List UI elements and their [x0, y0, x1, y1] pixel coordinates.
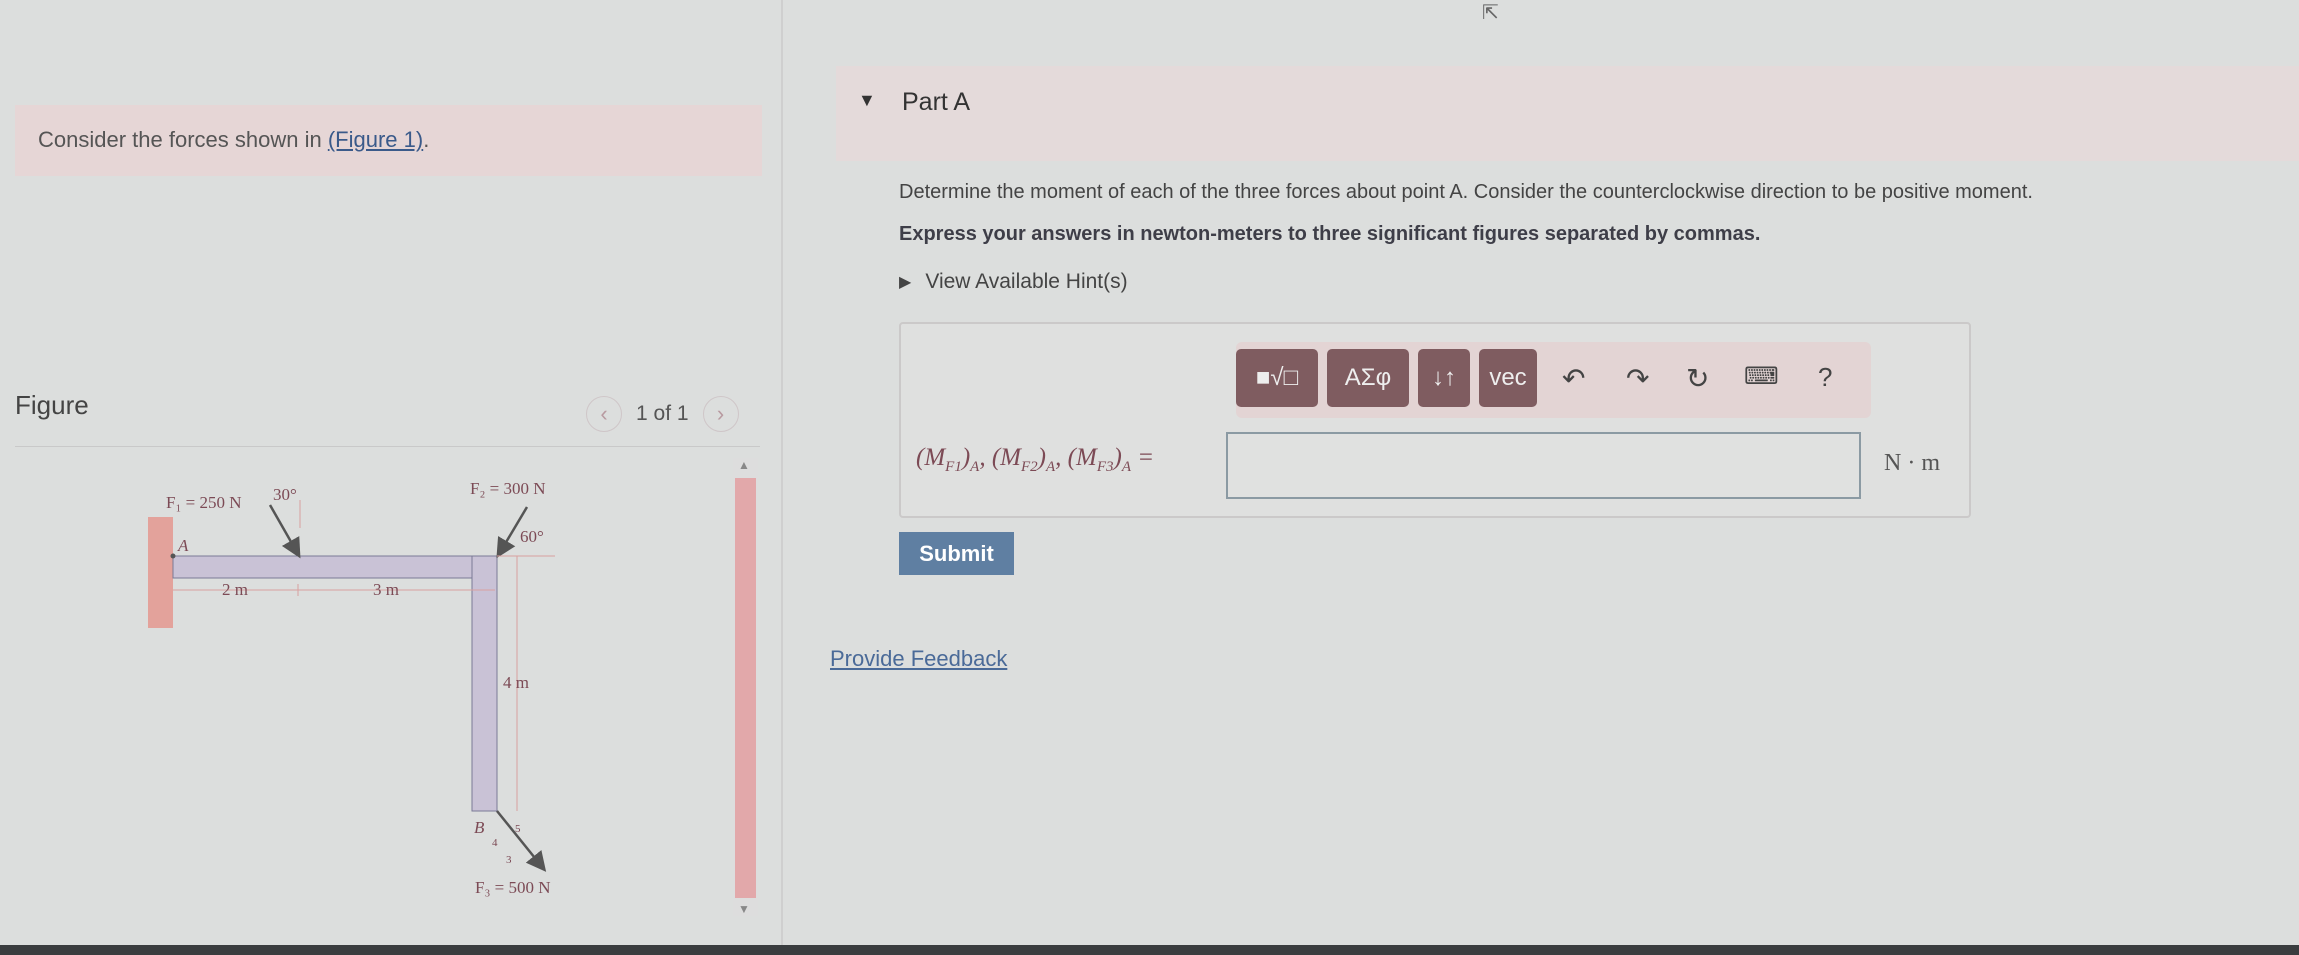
point-b-label: B	[474, 818, 485, 837]
submit-button[interactable]: Submit	[899, 532, 1014, 575]
f1-angle: 30°	[273, 485, 297, 504]
wall-support	[148, 517, 173, 628]
point-a-marker	[170, 553, 176, 559]
f1-arrow	[268, 504, 301, 559]
hints-label: View Available Hint(s)	[925, 270, 1128, 293]
f2-label: F₂ = 300 N	[470, 479, 546, 498]
templates-button[interactable]: ■√□	[1236, 349, 1318, 407]
force-diagram: F₁ = 250 N 30° F₂ = 300 N 60° F₃ = 500 N…	[148, 479, 555, 897]
chevron-right-icon[interactable]: ›	[702, 396, 739, 432]
f1-label: F₁ = 250 N	[166, 493, 242, 512]
collapse-triangle-icon[interactable]: ▼	[858, 90, 876, 111]
slope-hypotenuse: 5	[515, 823, 521, 835]
panel-divider	[781, 0, 783, 945]
scroll-up-icon[interactable]: ▲	[738, 458, 750, 472]
scroll-down-icon[interactable]: ▼	[738, 902, 750, 916]
subscript-superscript-button[interactable]: ↓↑	[1418, 349, 1470, 407]
dimension-2m: 2 m	[222, 580, 248, 599]
f3-arrow	[496, 810, 547, 872]
part-header[interactable]	[836, 66, 2299, 161]
dimension-4m: 4 m	[503, 673, 529, 692]
point-a-label: A	[177, 536, 189, 555]
provide-feedback-link[interactable]: Provide Feedback	[830, 646, 1007, 672]
question-instruction: Express your answers in newton-meters to…	[899, 223, 1761, 245]
scrollbar-thumb[interactable]	[735, 478, 756, 898]
slope-vertical: 4	[492, 837, 498, 849]
f3-label: F₃ = 500 N	[475, 878, 551, 897]
question-text: Determine the moment of each of the thre…	[899, 181, 2033, 203]
caret-right-icon: ▶	[899, 274, 912, 291]
units-label: N · m	[1884, 450, 1940, 476]
help-button[interactable]: ?	[1818, 362, 1832, 393]
hints-toggle[interactable]: ▶ View Available Hint(s)	[899, 270, 1128, 294]
divider	[15, 446, 760, 447]
mouse-cursor-icon: ⇱	[1482, 2, 1499, 24]
answer-input[interactable]	[1226, 432, 1861, 499]
horizontal-beam	[172, 555, 498, 579]
part-title[interactable]: Part A	[902, 88, 970, 117]
intro-prefix: Consider the forces shown in	[38, 127, 328, 152]
figure-title: Figure	[15, 390, 89, 420]
intro-suffix: .	[423, 127, 430, 152]
chevron-left-icon[interactable]: ‹	[586, 396, 622, 432]
figure-pager: ‹ 1 of 1 ›	[586, 396, 739, 432]
undo-icon[interactable]: ↶	[1562, 362, 1585, 395]
figure-link[interactable]: (Figure 1)	[328, 127, 423, 152]
redo-icon[interactable]: ↷	[1626, 362, 1649, 395]
f2-angle: 60°	[520, 527, 544, 546]
screen-bottom-bezel	[0, 945, 2299, 955]
dimension-3m: 3 m	[373, 580, 399, 599]
pager-text: 1 of 1	[636, 402, 689, 425]
greek-symbols-button[interactable]: ΑΣφ	[1327, 349, 1409, 407]
slope-horizontal: 3	[506, 854, 512, 866]
reset-icon[interactable]: ↻	[1686, 362, 1709, 395]
intro-text: Consider the forces shown in (Figure 1).	[38, 127, 429, 153]
vertical-beam	[471, 555, 498, 812]
keyboard-icon[interactable]: ⌨	[1744, 362, 1779, 391]
vector-button[interactable]: vec	[1479, 349, 1537, 407]
answer-label: (MF1)A, (MF2)A, (MF3)A =	[916, 444, 1155, 475]
